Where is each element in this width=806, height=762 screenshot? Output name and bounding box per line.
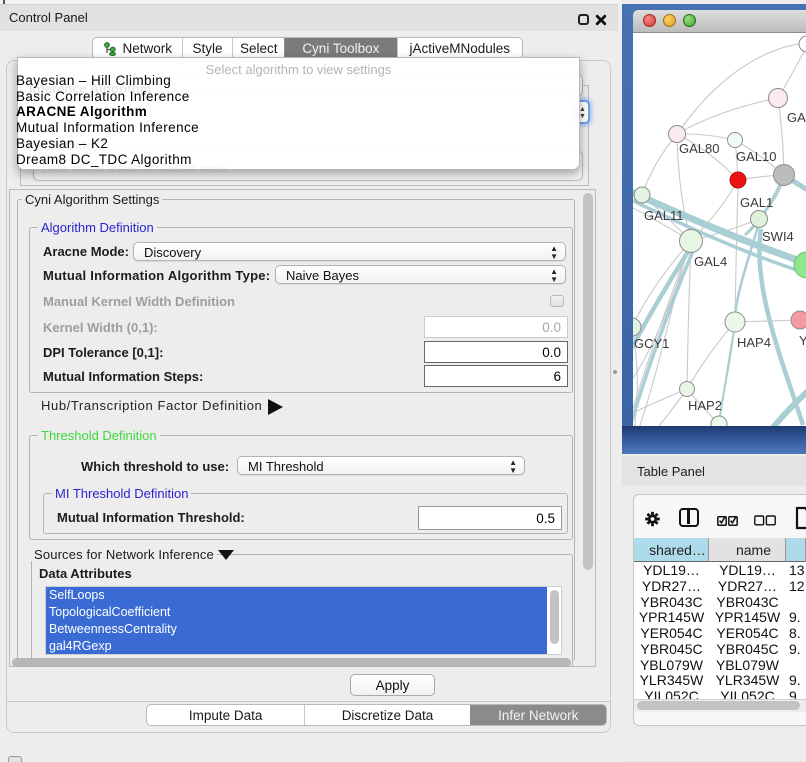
svg-text:GAL1: GAL1 xyxy=(740,195,773,210)
svg-text:SWI4: SWI4 xyxy=(762,229,794,244)
svg-text:GAL11: GAL11 xyxy=(644,208,684,223)
svg-text:GCY1: GCY1 xyxy=(634,336,669,351)
svg-text:HAP2: HAP2 xyxy=(688,398,722,413)
svg-text:GAL4: GAL4 xyxy=(694,254,727,269)
svg-text:GAL10: GAL10 xyxy=(736,149,776,164)
svg-text:HAP4: HAP4 xyxy=(737,335,771,350)
svg-text:Y: Y xyxy=(799,333,806,348)
svg-text:GAL: GAL xyxy=(787,110,806,125)
svg-text:GAL80: GAL80 xyxy=(679,141,719,156)
